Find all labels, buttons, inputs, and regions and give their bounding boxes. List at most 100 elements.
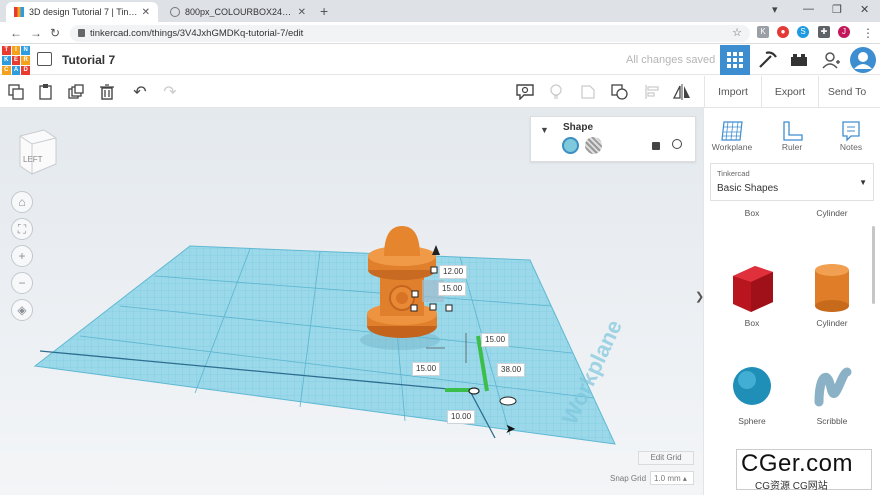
panel-toggle-chevron-icon[interactable]: ❯ — [695, 290, 703, 314]
box-icon — [733, 266, 773, 312]
notes-icon — [842, 121, 860, 142]
forward-icon[interactable]: → — [30, 26, 42, 40]
paste-icon[interactable] — [36, 82, 56, 102]
minimize-icon[interactable]: — — [803, 3, 814, 15]
lock-icon — [78, 29, 85, 37]
scribble-icon — [814, 367, 852, 407]
shape-panel-title: Shape — [563, 122, 594, 133]
ruler-tool[interactable]: Ruler — [768, 116, 816, 152]
browser-tabbar: 3D design Tutorial 7 | Tinkercad ✕ 800px… — [0, 0, 880, 22]
undo-icon[interactable]: ↶ — [130, 82, 150, 102]
dropdown-arrow-icon: ▼ — [859, 178, 867, 187]
notes-tool-label: Notes — [839, 142, 863, 152]
view-cube[interactable]: LEFT — [14, 128, 60, 176]
site-watermark: CGer.com CG资源 CG网站 — [736, 449, 872, 492]
perspective-icon[interactable]: ◈ — [11, 299, 33, 321]
library-source: Tinkercad — [717, 169, 750, 178]
grid-view-icon — [727, 52, 743, 68]
light-bulb-icon[interactable] — [546, 82, 566, 102]
align-icon[interactable] — [642, 82, 662, 102]
dimension-label[interactable]: 15.00 — [412, 362, 441, 376]
dimension-label[interactable]: 10.00 — [447, 410, 476, 424]
user-avatar-icon — [850, 47, 876, 73]
shape-outline-icon[interactable] — [578, 82, 598, 102]
panel-scrollbar[interactable] — [872, 226, 875, 304]
extension-k-icon[interactable]: K — [757, 26, 769, 38]
pickaxe-icon — [759, 51, 777, 68]
dimension-label[interactable]: 38.00 — [497, 363, 526, 377]
design-list-icon[interactable] — [37, 52, 52, 66]
app-header: TIN KER CAD Tutorial 7 All changes saved — [0, 45, 880, 75]
home-view-icon[interactable]: ⌂ — [11, 191, 33, 213]
codeblocks-button[interactable] — [752, 45, 782, 75]
close-tab-icon[interactable]: ✕ — [298, 7, 306, 18]
shape-box-partial[interactable]: Box — [717, 208, 787, 218]
send-to-button[interactable]: Send To — [818, 76, 875, 107]
zoom-out-icon[interactable]: − — [11, 272, 33, 294]
sphere-icon — [733, 367, 771, 405]
workplane-tool[interactable]: Workplane — [708, 116, 756, 152]
dimension-label[interactable]: 12.00 — [439, 265, 468, 279]
shape-label: Scribble — [816, 416, 848, 426]
close-window-icon[interactable]: ✕ — [860, 3, 869, 16]
back-icon[interactable]: ← — [10, 26, 22, 40]
collapse-chevron-icon[interactable]: ▼ — [540, 125, 549, 135]
duplicate-icon[interactable] — [66, 82, 86, 102]
3d-workspace[interactable]: Workplane LEFT ⌂ ⛶ + − ◈ ▼ Shape 12.00 1… — [0, 108, 703, 495]
address-bar-row: ← → ↻ tinkercad.com/things/3V4JxhGMDKq-t… — [0, 22, 880, 44]
watermark-subtitle: CG资源 CG网站 — [755, 481, 828, 492]
adblock-icon[interactable]: ● — [777, 26, 789, 38]
shape-library-select[interactable]: Tinkercad Basic Shapes ▼ — [710, 163, 874, 201]
redo-icon[interactable]: ↷ — [160, 82, 180, 102]
view-cube-label: LEFT — [23, 155, 43, 164]
browser-tab-active[interactable]: 3D design Tutorial 7 | Tinkercad ✕ — [6, 2, 158, 22]
tinkercad-logo[interactable]: TIN KER CAD — [2, 46, 30, 75]
tab-search-icon[interactable]: ▾ — [772, 3, 778, 16]
edit-grid-button[interactable]: Edit Grid — [638, 451, 694, 465]
shape-scribble[interactable]: Scribble — [797, 358, 867, 426]
solid-color-swatch[interactable] — [562, 137, 579, 154]
cylinder-icon — [815, 264, 849, 312]
3d-design-view-button[interactable] — [720, 45, 750, 75]
height-arrow-icon[interactable] — [432, 245, 440, 255]
add-user-icon — [822, 52, 840, 69]
url-field[interactable]: tinkercad.com/things/3V4JxhGMDKq-tutoria… — [70, 25, 750, 42]
project-name[interactable]: Tutorial 7 — [62, 53, 115, 67]
right-panel: Workplane Ruler Notes Tinkercad Basic Sh… — [703, 108, 880, 495]
snap-grid-select[interactable]: 1.0 mm ▴ — [650, 471, 694, 485]
close-tab-icon[interactable]: ✕ — [142, 7, 150, 18]
shape-sphere[interactable]: Sphere — [717, 358, 787, 426]
mirror-icon[interactable] — [672, 82, 692, 102]
reload-icon[interactable]: ↻ — [50, 26, 60, 40]
skype-icon[interactable]: S — [797, 26, 809, 38]
export-button[interactable]: Export — [761, 76, 818, 107]
fit-view-icon[interactable]: ⛶ — [11, 218, 33, 240]
bookmark-star-icon[interactable]: ☆ — [732, 26, 742, 39]
notes-comment-icon[interactable] — [515, 82, 535, 102]
notes-tool[interactable]: Notes — [827, 116, 875, 152]
extensions-puzzle-icon[interactable]: ✚ — [818, 26, 830, 38]
browser-menu-icon[interactable]: ⋮ — [862, 26, 874, 40]
dimension-label[interactable]: 15.00 — [438, 282, 467, 296]
hole-swatch[interactable] — [585, 137, 602, 154]
workplane-scene[interactable]: Workplane — [0, 108, 703, 495]
zoom-in-icon[interactable]: + — [11, 245, 33, 267]
new-tab-icon[interactable]: + — [320, 3, 328, 19]
delete-icon[interactable] — [97, 82, 117, 102]
group-icon[interactable] — [610, 82, 630, 102]
maximize-icon[interactable]: ❐ — [832, 3, 842, 16]
lock-icon[interactable] — [652, 142, 660, 150]
lego-bricks-button[interactable] — [784, 45, 814, 75]
profile-avatar[interactable]: J — [838, 26, 850, 38]
shape-box[interactable]: Box — [717, 258, 787, 328]
copy-icon[interactable] — [6, 82, 26, 102]
browser-tab-inactive[interactable]: 800px_COLOURBOX24582030.jpg ✕ — [162, 2, 314, 22]
shape-cylinder-partial[interactable]: Cylinder — [797, 208, 867, 218]
user-avatar-button[interactable] — [848, 45, 878, 75]
shape-cylinder[interactable]: Cylinder — [797, 258, 867, 328]
shape-label: Cylinder — [816, 318, 848, 328]
import-button[interactable]: Import — [704, 76, 761, 107]
dimension-label[interactable]: 15.00 — [481, 333, 510, 347]
light-bulb-icon[interactable] — [672, 139, 682, 149]
add-user-button[interactable] — [816, 45, 846, 75]
